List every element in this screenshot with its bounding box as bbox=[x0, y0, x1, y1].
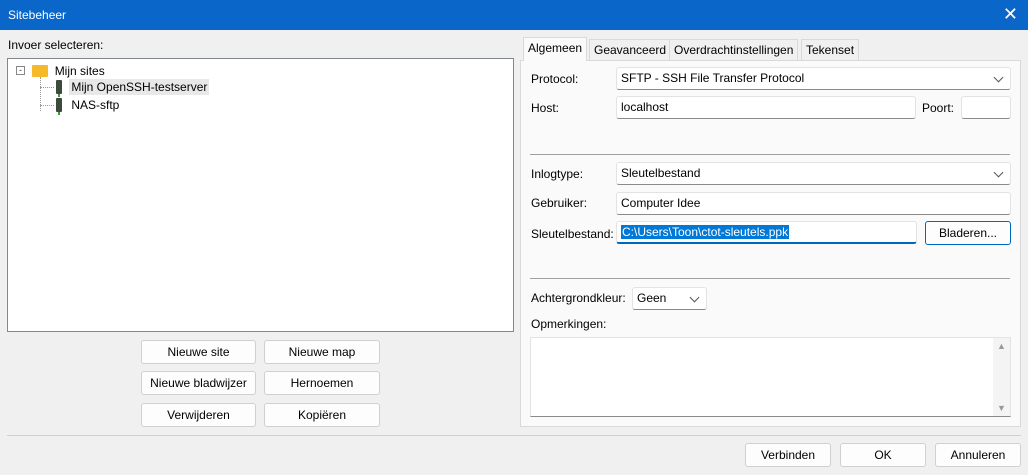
protocol-select[interactable]: SFTP - SSH File Transfer Protocol bbox=[616, 67, 1011, 90]
server-icon bbox=[56, 79, 62, 97]
logontype-label: Inlogtype: bbox=[531, 167, 584, 181]
connect-button[interactable]: Verbinden bbox=[745, 443, 831, 467]
window-title: Sitebeheer bbox=[8, 8, 67, 22]
keyfile-label: Sleutelbestand: bbox=[531, 227, 614, 241]
rename-button[interactable]: Hernoemen bbox=[264, 371, 380, 395]
copy-button[interactable]: Kopiëren bbox=[264, 403, 380, 427]
select-entry-label: Invoer selecteren: bbox=[8, 38, 104, 52]
separator bbox=[530, 278, 1010, 279]
protocol-label: Protocol: bbox=[531, 72, 579, 86]
port-label: Poort: bbox=[922, 101, 955, 115]
tree-item-label: NAS-sftp bbox=[71, 97, 120, 112]
tree-item-nas-sftp[interactable]: NAS-sftp bbox=[56, 97, 121, 115]
bgcolor-value: Geen bbox=[637, 291, 667, 305]
delete-button[interactable]: Verwijderen bbox=[141, 403, 256, 427]
bgcolor-select[interactable]: Geen bbox=[632, 287, 707, 310]
comments-label: Opmerkingen: bbox=[531, 317, 607, 331]
logontype-value: Sleutelbestand bbox=[621, 166, 701, 180]
tree-item-openssh-testserver[interactable]: Mijn OpenSSH-testserver bbox=[56, 78, 210, 97]
separator bbox=[7, 435, 1021, 436]
keyfile-input[interactable]: C:\Users\Toon\ctot-sleutels.ppk bbox=[616, 221, 917, 244]
scroll-up-icon[interactable]: ▲ bbox=[997, 341, 1006, 351]
new-bookmark-button[interactable]: Nieuwe bladwijzer bbox=[141, 371, 256, 395]
host-input[interactable]: localhost bbox=[616, 96, 916, 119]
protocol-value: SFTP - SSH File Transfer Protocol bbox=[621, 71, 805, 85]
site-tree[interactable]: - Mijn sites Mijn OpenSSH-testserver NAS… bbox=[7, 58, 514, 332]
close-icon[interactable]: ✕ bbox=[1003, 4, 1018, 25]
host-label: Host: bbox=[531, 101, 560, 115]
scrollbar[interactable]: ▲ ▼ bbox=[993, 338, 1010, 416]
server-icon bbox=[56, 97, 62, 115]
comments-textarea[interactable]: ▲ ▼ bbox=[530, 337, 1011, 417]
user-input[interactable]: Computer Idee bbox=[616, 192, 1011, 215]
title-bar: Sitebeheer ✕ bbox=[0, 0, 1028, 30]
separator bbox=[530, 154, 1010, 155]
tree-item-label: Mijn OpenSSH-testserver bbox=[69, 78, 210, 95]
ok-button[interactable]: OK bbox=[840, 443, 926, 467]
browse-button[interactable]: Bladeren... bbox=[925, 221, 1011, 245]
new-folder-button[interactable]: Nieuwe map bbox=[264, 340, 380, 364]
tab-tekenset[interactable]: Tekenset bbox=[801, 39, 860, 60]
keyfile-value: C:\Users\Toon\ctot-sleutels.ppk bbox=[621, 225, 790, 239]
folder-icon bbox=[32, 64, 49, 77]
port-input[interactable] bbox=[961, 96, 1011, 119]
logontype-select[interactable]: Sleutelbestand bbox=[616, 162, 1011, 185]
new-site-button[interactable]: Nieuwe site bbox=[141, 340, 256, 364]
cancel-button[interactable]: Annuleren bbox=[935, 443, 1021, 467]
tab-overdrachtinstellingen[interactable]: Overdrachtinstellingen bbox=[669, 39, 799, 60]
collapse-icon[interactable]: - bbox=[16, 66, 25, 76]
tree-item-label: Mijn sites bbox=[54, 63, 105, 78]
tab-geavanceerd[interactable]: Geavanceerd bbox=[589, 39, 672, 60]
scroll-down-icon[interactable]: ▼ bbox=[997, 403, 1006, 413]
bgcolor-label: Achtergrondkleur: bbox=[531, 291, 626, 305]
tab-algemeen[interactable]: Algemeen bbox=[523, 37, 588, 61]
user-label: Gebruiker: bbox=[531, 196, 588, 210]
